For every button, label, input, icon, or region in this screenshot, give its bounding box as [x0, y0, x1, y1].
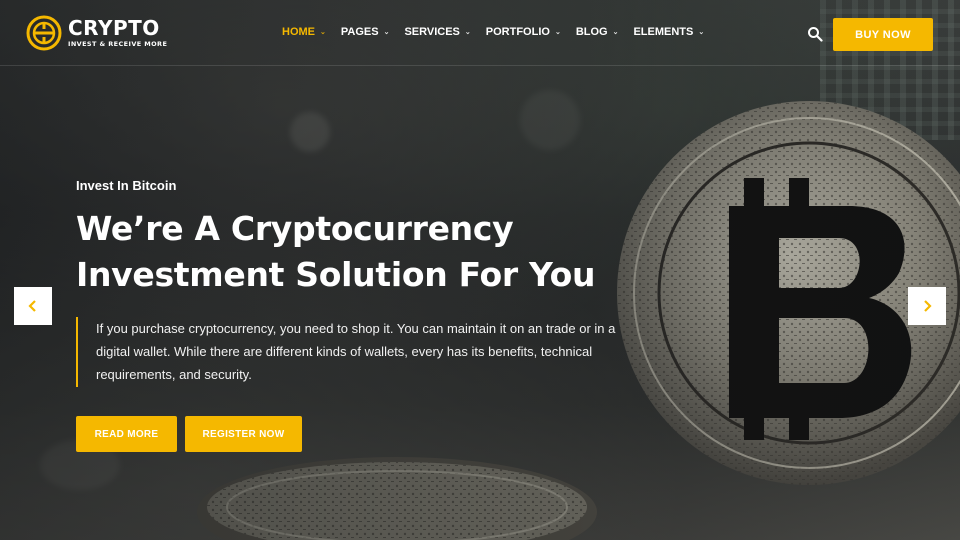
nav-item-label: PORTFOLIO [485, 26, 550, 38]
logo-text: CRYPTO INVEST & RECEIVE MORE [68, 18, 167, 48]
nav-item-pages[interactable]: PAGES ⌄ [341, 26, 390, 38]
nav-item-blog[interactable]: BLOG ⌄ [576, 26, 619, 38]
chevron-down-icon: ⌄ [554, 29, 561, 36]
chevron-down-icon: ⌄ [464, 29, 471, 36]
hero-headline-line2: Investment Solution For You [76, 255, 596, 294]
buy-now-button[interactable]: BUY NOW [833, 18, 933, 51]
brand-tagline: INVEST & RECEIVE MORE [68, 40, 168, 48]
nav-item-label: HOME [282, 26, 315, 38]
logo-icon [26, 15, 62, 51]
brand-name: CRYPTO [68, 16, 160, 40]
read-more-button[interactable]: READ MORE [76, 416, 177, 452]
chevron-left-icon [28, 300, 36, 312]
nav-item-elements[interactable]: ELEMENTS ⌄ [633, 26, 704, 38]
nav-item-home[interactable]: HOME ⌄ [282, 26, 326, 38]
chevron-down-icon: ⌄ [383, 29, 390, 36]
slider-prev-button[interactable] [14, 287, 52, 325]
nav-item-label: ELEMENTS [633, 26, 694, 38]
slider-next-button[interactable] [908, 287, 946, 325]
nav-item-label: PAGES [340, 26, 379, 38]
hero-description-block: If you purchase cryptocurrency, you need… [76, 317, 636, 387]
nav-item-label: SERVICES [404, 26, 460, 38]
register-now-button[interactable]: REGISTER NOW [185, 416, 302, 452]
hero-headline-line1: We’re A Cryptocurrency [76, 209, 514, 248]
chevron-down-icon: ⌄ [698, 29, 705, 36]
hero-kicker: Invest In Bitcoin [76, 178, 177, 193]
chevron-down-icon: ⌄ [320, 29, 326, 36]
main-nav: HOME ⌄ PAGES ⌄ SERVICES ⌄ PORTFOLIO ⌄ BL… [282, 26, 719, 38]
chevron-right-icon [924, 300, 932, 312]
nav-item-portfolio[interactable]: PORTFOLIO ⌄ [486, 26, 561, 38]
nav-item-label: BLOG [575, 26, 608, 38]
search-icon[interactable] [807, 26, 823, 42]
nav-item-services[interactable]: SERVICES ⌄ [404, 26, 470, 38]
hero-description: If you purchase cryptocurrency, you need… [96, 321, 616, 382]
site-header: CRYPTO INVEST & RECEIVE MORE HOME ⌄ PAGE… [0, 0, 960, 66]
chevron-down-icon: ⌄ [612, 29, 619, 36]
hero-headline: We’re A Cryptocurrency Investment Soluti… [76, 206, 636, 298]
logo[interactable]: CRYPTO INVEST & RECEIVE MORE [26, 15, 167, 51]
